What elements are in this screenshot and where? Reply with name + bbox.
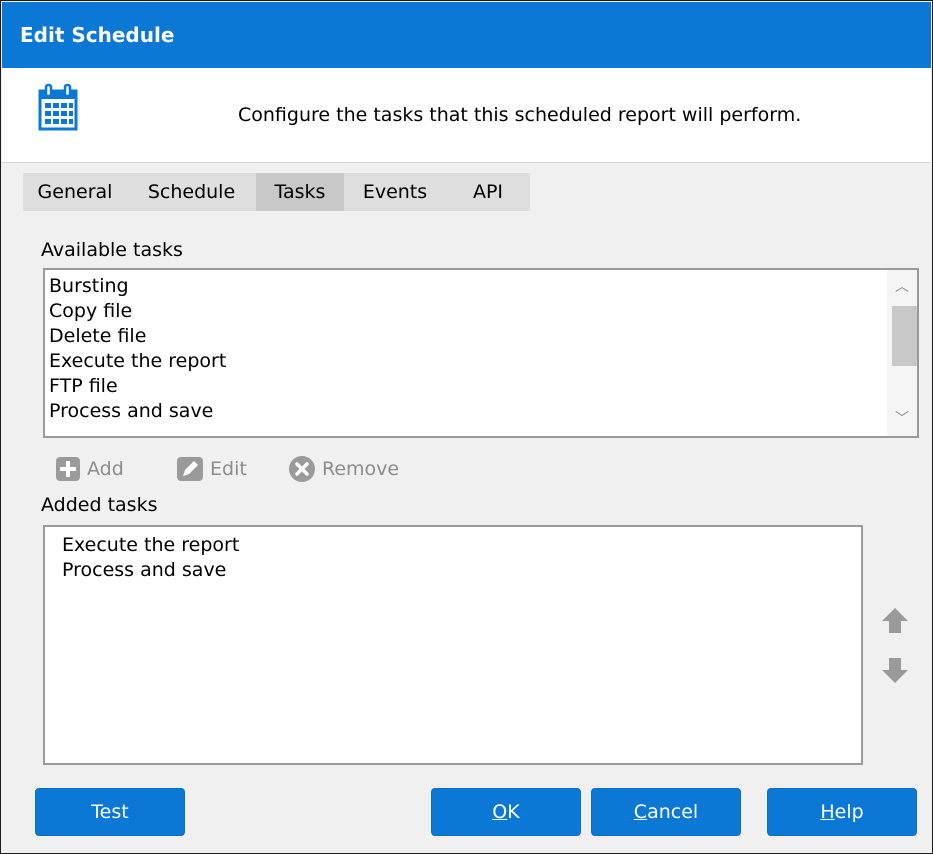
remove-label: Remove (322, 458, 400, 480)
help-label: Help (820, 801, 864, 823)
remove-button[interactable]: Remove (288, 454, 399, 484)
test-label: Test (91, 801, 129, 823)
list-item[interactable]: FTP file (49, 374, 917, 399)
edit-button[interactable]: Edit (176, 454, 247, 484)
arrow-down-icon[interactable] (879, 657, 911, 685)
title-bar: Edit Schedule (2, 2, 931, 68)
added-tasks-label: Added tasks (41, 494, 158, 516)
scrollbar-thumb[interactable] (892, 306, 917, 366)
plus-icon (56, 457, 80, 481)
dialog-header: Configure the tasks that this scheduled … (2, 68, 931, 163)
tab-tasks[interactable]: Tasks (256, 173, 344, 211)
edit-label: Edit (210, 458, 247, 480)
add-button[interactable]: Add (55, 454, 124, 484)
arrow-up-icon[interactable] (879, 606, 911, 634)
edit-schedule-dialog: Edit Schedule Configure the tasks that t… (0, 0, 933, 854)
window-title: Edit Schedule (20, 23, 175, 47)
tab-general[interactable]: General (23, 173, 127, 211)
cancel-button[interactable]: Cancel (591, 788, 741, 836)
test-button[interactable]: Test (35, 788, 185, 836)
header-message: Configure the tasks that this scheduled … (238, 104, 802, 126)
tab-strip: General Schedule Tasks Events API (23, 173, 530, 211)
tab-api[interactable]: API (446, 173, 530, 211)
available-tasks-label: Available tasks (41, 239, 183, 261)
added-tasks-list[interactable]: Execute the report Process and save (43, 525, 863, 765)
available-tasks-list[interactable]: Bursting Copy file Delete file Execute t… (43, 268, 919, 438)
available-scrollbar[interactable]: ︿ ﹀ (887, 270, 917, 436)
list-item[interactable]: Process and save (49, 399, 917, 424)
list-item[interactable]: Execute the report (62, 533, 861, 558)
list-item[interactable]: Copy file (49, 299, 917, 324)
cancel-label: Cancel (633, 801, 699, 823)
help-button[interactable]: Help (767, 788, 917, 836)
ok-label: OK (492, 801, 520, 823)
close-circle-icon (289, 456, 315, 482)
tab-schedule[interactable]: Schedule (127, 173, 256, 211)
chevron-down-icon[interactable]: ﹀ (887, 408, 917, 430)
tab-events[interactable]: Events (344, 173, 446, 211)
add-label: Add (87, 458, 124, 480)
list-item[interactable]: Process and save (62, 558, 861, 583)
list-item[interactable]: Bursting (49, 274, 917, 299)
list-item[interactable]: Delete file (49, 324, 917, 349)
chevron-up-icon[interactable]: ︿ (887, 276, 917, 298)
list-item[interactable]: Execute the report (49, 349, 917, 374)
ok-button[interactable]: OK (431, 788, 581, 836)
pencil-icon (177, 457, 203, 481)
calendar-icon (38, 83, 78, 131)
